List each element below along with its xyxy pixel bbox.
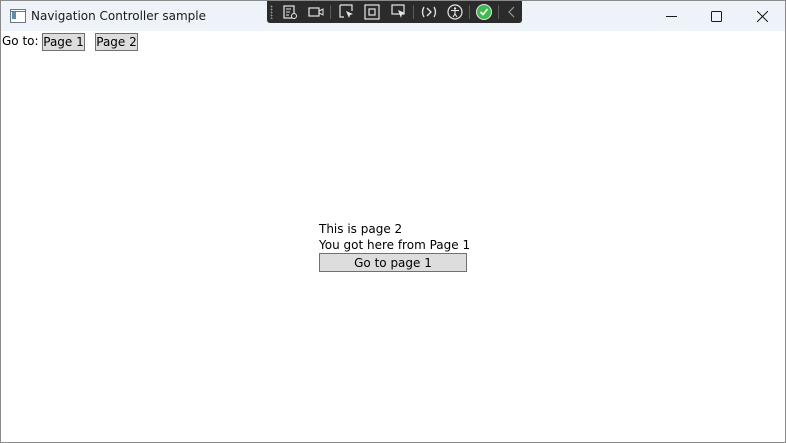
go-to-page-1-button[interactable]: Go to page 1 xyxy=(319,253,467,272)
toolbar-separator xyxy=(413,5,414,19)
page-1-button[interactable]: Page 1 xyxy=(42,33,85,51)
window-title: Navigation Controller sample xyxy=(31,9,207,23)
minimize-button[interactable] xyxy=(648,1,694,31)
minimize-icon xyxy=(666,16,677,17)
title-bar[interactable]: Navigation Controller sample xyxy=(1,1,785,31)
window-content: Go to: Page 1 Page 2 This is page 2 You … xyxy=(1,31,785,442)
status-ok-icon[interactable] xyxy=(475,3,493,21)
app-window-icon xyxy=(10,9,26,23)
live-visual-tree-icon[interactable] xyxy=(281,3,299,21)
display-layout-adorners-icon[interactable] xyxy=(363,3,381,21)
goto-label: Go to: xyxy=(2,34,39,48)
collapse-toolbar-icon[interactable] xyxy=(503,3,521,21)
toolbar-grip[interactable] xyxy=(270,5,273,19)
record-icon[interactable] xyxy=(307,3,325,21)
accessibility-icon[interactable] xyxy=(446,3,464,21)
xaml-debug-toolbar xyxy=(267,1,522,23)
track-focus-icon[interactable] xyxy=(390,3,408,21)
maximize-button[interactable] xyxy=(693,1,739,31)
page-2-button[interactable]: Page 2 xyxy=(95,33,138,51)
close-button[interactable] xyxy=(739,1,785,31)
close-icon xyxy=(757,11,768,22)
select-element-icon[interactable] xyxy=(338,3,356,21)
toolbar-separator xyxy=(498,5,499,19)
toolbar-separator xyxy=(330,5,331,19)
hot-reload-icon[interactable] xyxy=(420,3,438,21)
page-heading: This is page 2 xyxy=(319,222,403,236)
origin-text: You got here from Page 1 xyxy=(319,238,471,252)
toolbar-separator xyxy=(469,5,470,19)
app-window: Navigation Controller sample Go to: Page… xyxy=(0,0,786,443)
maximize-icon xyxy=(711,11,722,22)
